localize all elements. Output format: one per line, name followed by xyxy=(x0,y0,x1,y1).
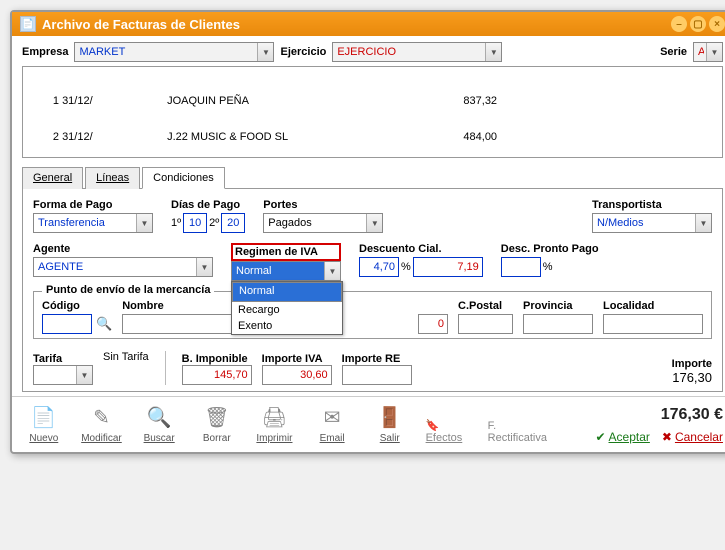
salir-button[interactable]: 🚪 Salir xyxy=(368,403,412,444)
transportista-label: Transportista xyxy=(592,199,712,211)
rectificativa-link[interactable]: F. Rectificativa xyxy=(488,420,552,444)
list-item[interactable]: 1 31/12/ JOAQUIN PEÑA 837,32 xyxy=(29,95,716,107)
exit-icon: 🚪 xyxy=(376,403,404,431)
forma-pago-select[interactable] xyxy=(33,213,153,233)
agente-label: Agente xyxy=(33,243,213,255)
invoice-archive-window: 📄 Archivo de Facturas de Clientes – ▢ × … xyxy=(10,10,725,454)
ejercicio-select[interactable] xyxy=(332,42,502,62)
importe-iva-input[interactable] xyxy=(262,365,332,385)
regimen-iva-dropdown[interactable]: Normal Recargo Exento xyxy=(231,281,343,335)
ship-provincia-input[interactable] xyxy=(523,314,593,334)
bimponible-input[interactable] xyxy=(182,365,252,385)
email-button[interactable]: ✉ Email xyxy=(310,403,354,444)
toolbar: 📄 Nuevo ✎ Modificar 🔍 Buscar 🗑 Borrar 🖨 … xyxy=(12,396,725,452)
shipping-fieldset: Punto de envío de la mercancía Código 🔍 … xyxy=(33,291,712,339)
regimen-iva-highlight: Regimen de IVA xyxy=(231,243,341,261)
ship-qty-input[interactable] xyxy=(418,314,448,334)
empresa-label: Empresa xyxy=(22,46,68,58)
tabs: General Líneas Condiciones xyxy=(22,166,723,189)
close-button[interactable]: × xyxy=(709,16,725,32)
ship-cpostal-label: C.Postal xyxy=(458,300,513,312)
tarifa-select[interactable] xyxy=(33,365,93,385)
efectos-link[interactable]: 🔖 Efectos xyxy=(426,419,474,444)
empresa-select[interactable] xyxy=(74,42,274,62)
shipping-title: Punto de envío de la mercancía xyxy=(42,284,214,296)
regimen-option-exento[interactable]: Exento xyxy=(232,318,342,334)
regimen-option-recargo[interactable]: Recargo xyxy=(232,302,342,318)
dias1-input[interactable] xyxy=(183,213,207,233)
regimen-iva-label: Regimen de IVA xyxy=(235,246,318,258)
ship-codigo-label: Código xyxy=(42,300,112,312)
invoice-list[interactable]: 1 31/12/ JOAQUIN PEÑA 837,32 2 31/12/ J.… xyxy=(22,66,723,158)
dias2-label: 2º xyxy=(209,217,219,229)
search-icon: 🔍 xyxy=(145,403,173,431)
desc-pp-label: Desc. Pronto Pago xyxy=(501,243,599,255)
borrar-button[interactable]: 🗑 Borrar xyxy=(195,403,239,444)
titlebar: 📄 Archivo de Facturas de Clientes – ▢ × xyxy=(12,12,725,36)
tab-general[interactable]: General xyxy=(22,167,83,189)
dias-pago-label: Días de Pago xyxy=(171,199,245,211)
maximize-button[interactable]: ▢ xyxy=(690,16,706,32)
dias1-label: 1º xyxy=(171,217,181,229)
transportista-select[interactable] xyxy=(592,213,712,233)
ship-provincia-label: Provincia xyxy=(523,300,593,312)
importe-re-input[interactable] xyxy=(342,365,412,385)
importe-value: 176,30 xyxy=(672,370,712,385)
tarifa-text: Sin Tarifa xyxy=(103,351,149,363)
window-title: Archivo de Facturas de Clientes xyxy=(42,17,668,32)
modificar-button[interactable]: ✎ Modificar xyxy=(80,403,124,444)
serie-label: Serie xyxy=(660,46,687,58)
nuevo-button[interactable]: 📄 Nuevo xyxy=(22,403,66,444)
edit-icon: ✎ xyxy=(87,403,115,431)
tab-panel-condiciones: Forma de Pago ▼ Días de Pago 1º 2º xyxy=(22,189,723,392)
importe-iva-label: Importe IVA xyxy=(262,353,332,365)
imprimir-button[interactable]: 🖨 Imprimir xyxy=(253,403,297,444)
app-icon: 📄 xyxy=(20,16,36,32)
ship-localidad-label: Localidad xyxy=(603,300,703,312)
print-icon: 🖨 xyxy=(260,403,288,431)
tarifa-label: Tarifa xyxy=(33,353,93,365)
bimponible-label: B. Imponible xyxy=(182,353,252,365)
importe-re-label: Importe RE xyxy=(342,353,412,365)
importe-label: Importe xyxy=(672,358,712,370)
new-icon: 📄 xyxy=(30,403,58,431)
mail-icon: ✉ xyxy=(318,403,346,431)
portes-select[interactable] xyxy=(263,213,383,233)
forma-pago-label: Forma de Pago xyxy=(33,199,153,211)
serie-select[interactable] xyxy=(693,42,723,62)
regimen-iva-select[interactable] xyxy=(231,261,341,281)
aceptar-button[interactable]: ✔ Aceptar xyxy=(595,430,649,444)
regimen-option-normal[interactable]: Normal xyxy=(232,282,342,302)
trash-icon: 🗑 xyxy=(203,403,231,431)
search-icon[interactable]: 🔍 xyxy=(96,316,112,332)
desc-cial-amt-input[interactable] xyxy=(413,257,483,277)
ship-cpostal-input[interactable] xyxy=(458,314,513,334)
cancelar-button[interactable]: ✖ Cancelar xyxy=(662,430,723,444)
buscar-button[interactable]: 🔍 Buscar xyxy=(137,403,181,444)
tab-lineas[interactable]: Líneas xyxy=(85,167,140,189)
list-item[interactable]: 2 31/12/ J.22 MUSIC & FOOD SL 484,00 xyxy=(29,131,716,143)
minimize-button[interactable]: – xyxy=(671,16,687,32)
tab-condiciones[interactable]: Condiciones xyxy=(142,167,225,189)
ship-codigo-input[interactable] xyxy=(42,314,92,334)
agente-select[interactable] xyxy=(33,257,213,277)
desc-pp-pct-input[interactable] xyxy=(501,257,541,277)
ejercicio-label: Ejercicio xyxy=(280,46,326,58)
grand-total: 176,30 € xyxy=(661,406,723,424)
desc-cial-pct-input[interactable] xyxy=(359,257,399,277)
dias2-input[interactable] xyxy=(221,213,245,233)
ship-localidad-input[interactable] xyxy=(603,314,703,334)
desc-cial-label: Descuento Cial. xyxy=(359,243,483,255)
portes-label: Portes xyxy=(263,199,383,211)
